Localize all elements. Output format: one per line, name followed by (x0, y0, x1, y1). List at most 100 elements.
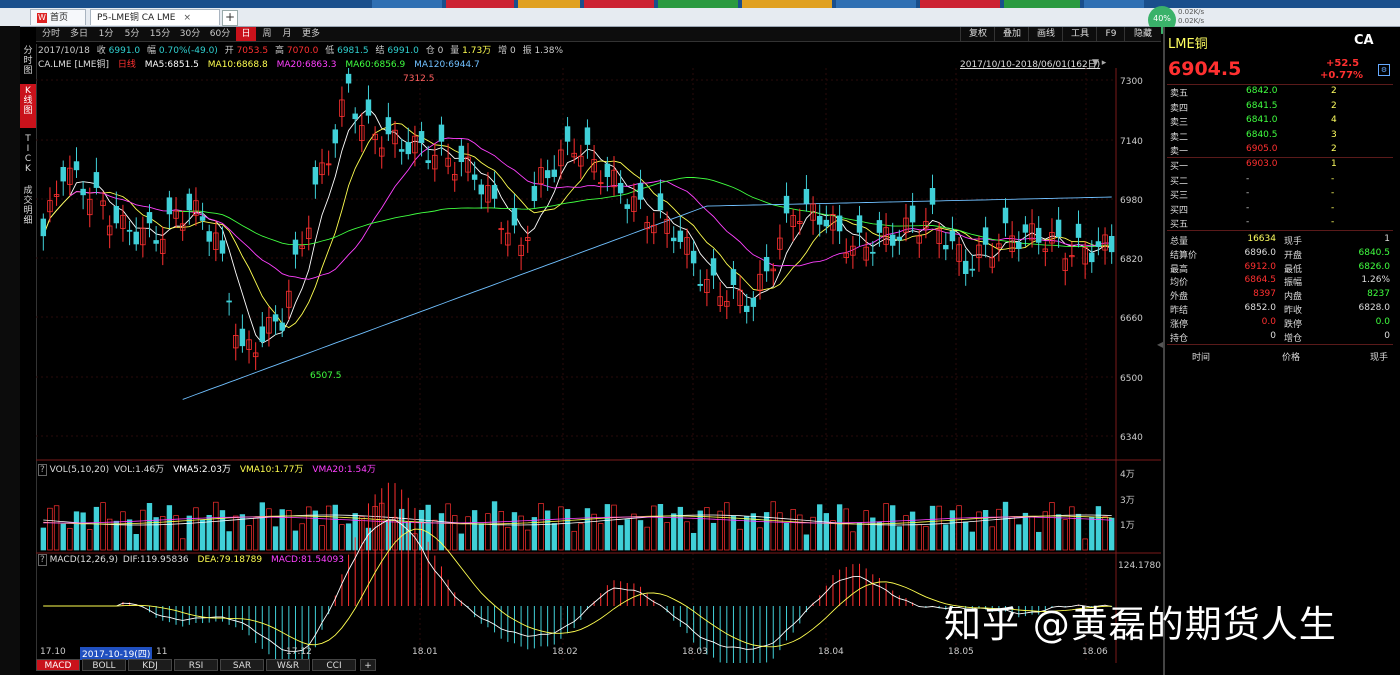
candle-body (219, 240, 226, 254)
volume-bar (783, 522, 790, 551)
volume-bar (571, 530, 577, 551)
volume-bar (239, 514, 246, 551)
tool-adjust[interactable]: 复权 (960, 27, 995, 41)
tab-cci[interactable]: CCI (312, 659, 356, 671)
volume-bar (631, 513, 637, 551)
candle-body (1002, 207, 1009, 224)
candle-body (637, 183, 644, 200)
candle-body (564, 126, 571, 142)
info-amplitude-label: 振 (522, 46, 532, 56)
volume-bar (637, 520, 644, 551)
macd-tick: 124.1780 (1118, 561, 1161, 571)
period-monthly[interactable]: 月 (278, 27, 296, 41)
candle-body (982, 227, 989, 245)
volume-bar (1069, 506, 1075, 551)
stat-value: 1 (1384, 234, 1390, 244)
left-vertical-nav: 分时图 K线图 TICK 成交明细 (20, 44, 37, 664)
tool-f9[interactable]: F9 (1096, 27, 1125, 41)
stat-label: 最高 (1170, 264, 1189, 275)
watermark: 知乎 @黄磊的期货人生 (944, 603, 1337, 646)
nav-trade-detail[interactable]: 成交明细 (20, 186, 36, 234)
vol-tick-3w: 3万 (1120, 496, 1135, 506)
candle-body (544, 170, 551, 179)
collapse-panel-icon[interactable]: ◀ (1157, 340, 1163, 354)
period-timeshare[interactable]: 分时 (38, 27, 64, 41)
period-more[interactable]: 更多 (298, 27, 324, 41)
stat-value: 6840.5 (1358, 247, 1391, 258)
period-60min[interactable]: 60分 (206, 27, 234, 41)
candle-body (206, 231, 212, 242)
candle-body (783, 195, 790, 214)
tool-tools[interactable]: 工具 (1062, 27, 1097, 41)
close-icon[interactable]: × (184, 13, 192, 23)
volume-bar (803, 534, 810, 551)
nav-timeshare[interactable]: 分时图 (20, 46, 36, 80)
tick-header-price: 价格 (1282, 353, 1301, 363)
candle-body (657, 193, 664, 211)
tab-boll[interactable]: BOLL (82, 659, 126, 671)
add-tab-button[interactable]: + (222, 10, 238, 26)
buy-level-3-label: 买三 (1170, 191, 1189, 201)
tool-overlay[interactable]: 叠加 (994, 27, 1029, 41)
volume-bar (272, 526, 279, 551)
tab-wr[interactable]: W&R (266, 659, 310, 671)
vol-tick-4w: 4万 (1120, 470, 1135, 480)
candle-body (1055, 219, 1062, 238)
tab-rsi[interactable]: RSI (174, 659, 218, 671)
tab-sar[interactable]: SAR (220, 659, 264, 671)
browser-tab-bar: W 首页 P5-LME铜 CA LME × + 40% 0.02K/s 0.02K/s (0, 6, 1400, 34)
candle-body (279, 322, 285, 331)
y-tick-7300: 7300 (1120, 77, 1143, 87)
volume-bar (790, 509, 796, 551)
tab-home[interactable]: W 首页 (30, 9, 86, 25)
candle-body (929, 188, 936, 205)
volume-bar (909, 511, 916, 551)
y-tick-6660: 6660 (1120, 314, 1143, 324)
tab-lme-copper[interactable]: P5-LME铜 CA LME × (90, 9, 220, 25)
tab-kdj[interactable]: KDJ (128, 659, 172, 671)
candle-body (226, 300, 232, 303)
period-5min[interactable]: 5分 (120, 27, 144, 41)
vma20-label: VMA20:1.54万 (312, 465, 376, 475)
stat-label: 涨停 (1170, 319, 1189, 330)
candle-body (80, 188, 86, 196)
period-1min[interactable]: 1分 (94, 27, 118, 41)
nav-tick-label: TICK (24, 134, 32, 174)
period-30min[interactable]: 30分 (176, 27, 204, 41)
volume-bar (206, 514, 212, 551)
period-15min[interactable]: 15分 (146, 27, 174, 41)
nav-kline[interactable]: K线图 (20, 84, 36, 128)
period-daily[interactable]: 日 (236, 27, 256, 41)
volume-bar (982, 510, 989, 551)
kline-chart[interactable] (36, 68, 1161, 663)
stat-value: 16634 (1247, 234, 1276, 244)
add-indicator-button[interactable]: + (360, 659, 376, 671)
volume-bar (160, 516, 166, 551)
volume-bar (604, 504, 611, 551)
period-multiday[interactable]: 多日 (66, 27, 92, 41)
volume-bar (916, 524, 922, 551)
volume-bar (1049, 502, 1055, 551)
period-weekly[interactable]: 周 (258, 27, 276, 41)
candle-body (531, 186, 538, 202)
network-down: 0.02K/s (1178, 17, 1205, 25)
tab-macd[interactable]: MACD (36, 659, 80, 671)
volume-bar (445, 503, 451, 551)
volume-bar (823, 513, 830, 551)
tool-draw-line[interactable]: 画线 (1028, 27, 1063, 41)
candle-body (949, 230, 956, 242)
tool-hide[interactable]: 隐藏 (1124, 27, 1161, 41)
window-left-edge (0, 26, 20, 675)
volume-bar (173, 515, 179, 551)
ma5-line (42, 107, 1112, 344)
nav-tick[interactable]: TICK (20, 134, 36, 178)
info-oi-label: 仓 (425, 46, 435, 56)
range-dropdown-icon[interactable]: ▼ ▸ (1092, 58, 1106, 68)
settings-icon[interactable]: ⚙ (1378, 64, 1390, 76)
candle-body (1095, 241, 1102, 247)
help-icon[interactable]: ? (38, 554, 47, 566)
volume-bar (233, 515, 239, 551)
help-icon[interactable]: ? (38, 464, 47, 476)
volume-bar (1036, 531, 1042, 551)
candle-body (690, 250, 697, 264)
